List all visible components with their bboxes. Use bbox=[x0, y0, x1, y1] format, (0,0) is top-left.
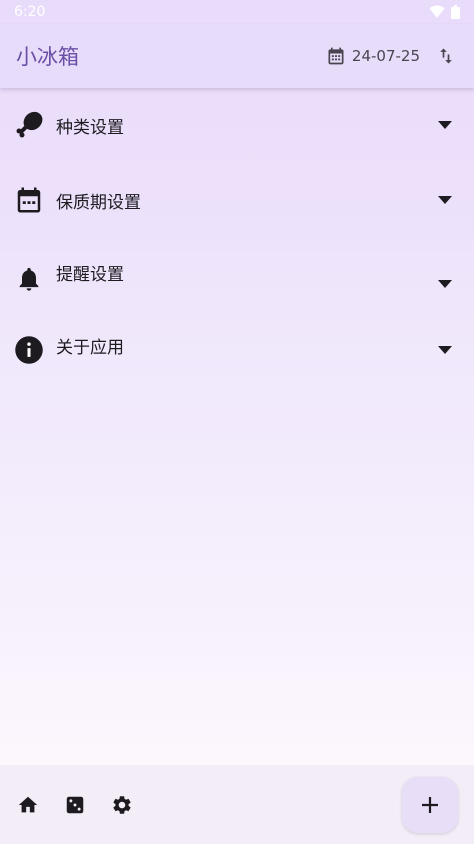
date-label: 24-07-25 bbox=[351, 47, 420, 65]
sort-button[interactable] bbox=[434, 44, 458, 68]
app-bar: 小冰箱 24-07-25 bbox=[0, 24, 474, 88]
section-about-app[interactable]: 关于应用 bbox=[0, 325, 474, 365]
settings-icon[interactable] bbox=[110, 793, 134, 817]
plus-icon bbox=[422, 797, 438, 813]
calendar-icon bbox=[14, 185, 44, 215]
info-icon bbox=[14, 335, 44, 365]
bell-icon bbox=[14, 264, 44, 294]
status-bar: 6:20 bbox=[0, 0, 474, 24]
status-time: 6:20 bbox=[14, 4, 46, 20]
calendar-grid-icon bbox=[328, 47, 344, 65]
status-icons bbox=[429, 5, 460, 19]
dice-icon[interactable] bbox=[63, 793, 87, 817]
drumstick-icon bbox=[14, 110, 44, 140]
dropdown-arrow-icon[interactable] bbox=[436, 346, 454, 354]
section-label: 种类设置 bbox=[56, 117, 124, 138]
wifi-icon bbox=[429, 5, 445, 18]
dropdown-arrow-icon[interactable] bbox=[436, 121, 454, 129]
section-shelf-life-settings[interactable]: 保质期设置 bbox=[0, 180, 474, 220]
date-selector[interactable]: 24-07-25 bbox=[326, 46, 420, 66]
battery-icon bbox=[451, 5, 460, 19]
app-title: 小冰箱 bbox=[16, 45, 79, 69]
dropdown-arrow-icon[interactable] bbox=[436, 280, 454, 288]
section-label: 关于应用 bbox=[56, 337, 124, 358]
home-icon[interactable] bbox=[16, 793, 40, 817]
section-label: 保质期设置 bbox=[56, 192, 141, 213]
section-category-settings[interactable]: 种类设置 bbox=[0, 105, 474, 145]
add-fab-button[interactable] bbox=[402, 777, 458, 833]
section-reminder-settings[interactable]: 提醒设置 bbox=[0, 252, 474, 292]
section-label: 提醒设置 bbox=[56, 264, 124, 285]
dropdown-arrow-icon[interactable] bbox=[436, 196, 454, 204]
swap-vert-icon bbox=[440, 48, 452, 64]
